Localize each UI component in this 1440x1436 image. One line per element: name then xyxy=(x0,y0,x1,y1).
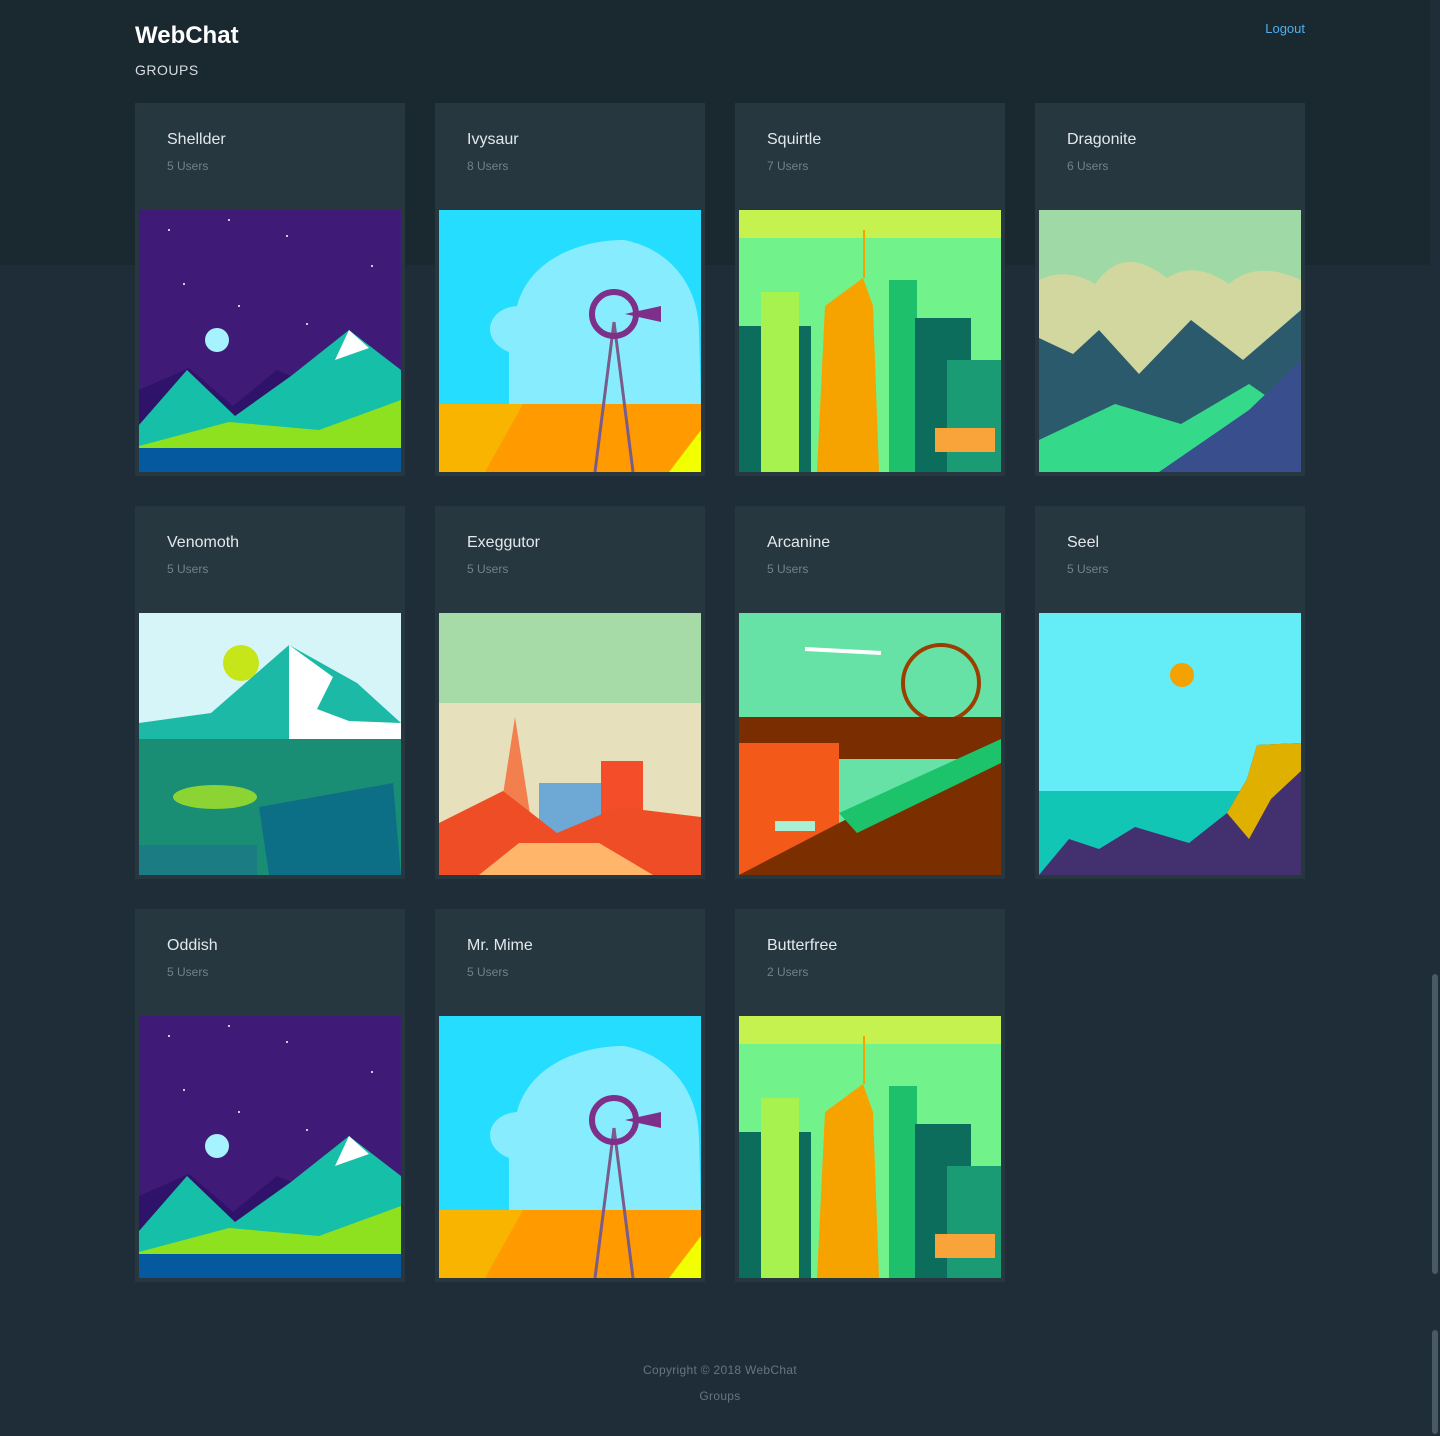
group-name: Mr. Mime xyxy=(467,937,533,954)
group-card[interactable]: Seel 5 Users xyxy=(1035,506,1305,879)
chicago-skyline-illustration xyxy=(739,210,1001,472)
group-name: Exeggutor xyxy=(467,534,540,551)
scrollbar-thumb[interactable] xyxy=(1432,974,1438,1274)
group-card[interactable]: Venomoth 5 Users xyxy=(135,506,405,879)
group-user-count: 7 Users xyxy=(767,159,809,173)
group-illustration xyxy=(1039,210,1301,472)
group-card[interactable]: Arcanine 5 Users xyxy=(735,506,1005,879)
night-mountains-illustration xyxy=(139,210,401,472)
group-name: Dragonite xyxy=(1067,131,1137,148)
seattle-sun-illustration xyxy=(139,613,401,875)
group-user-count: 5 Users xyxy=(767,562,809,576)
footer-groups-link[interactable]: Groups xyxy=(0,1389,1440,1403)
group-name: Arcanine xyxy=(767,534,831,551)
group-illustration xyxy=(139,1016,401,1278)
night-mountains-illustration xyxy=(139,1016,401,1278)
group-user-count: 2 Users xyxy=(767,965,809,979)
group-card[interactable]: Butterfree 2 Users xyxy=(735,909,1005,1282)
group-user-count: 5 Users xyxy=(467,562,509,576)
group-illustration xyxy=(739,1016,1001,1278)
group-name: Venomoth xyxy=(167,534,240,551)
group-user-count: 8 Users xyxy=(467,159,509,173)
group-card[interactable]: Exeggutor 5 Users xyxy=(435,506,705,879)
group-card[interactable]: Squirtle 7 Users xyxy=(735,103,1005,476)
group-illustration xyxy=(739,210,1001,472)
mountain-valley-illustration xyxy=(1039,210,1301,472)
group-card[interactable]: Ivysaur 8 Users xyxy=(435,103,705,476)
group-illustration xyxy=(139,613,401,875)
group-name: Butterfree xyxy=(767,937,838,954)
london-eye-illustration xyxy=(739,613,1001,875)
group-user-count: 5 Users xyxy=(467,965,509,979)
scrollbar[interactable] xyxy=(1430,0,1440,1436)
group-name: Shellder xyxy=(167,131,226,148)
group-user-count: 5 Users xyxy=(167,562,209,576)
group-card[interactable]: Shellder 5 Users xyxy=(135,103,405,476)
group-user-count: 6 Users xyxy=(1067,159,1109,173)
group-card[interactable]: Oddish 5 Users xyxy=(135,909,405,1282)
group-name: Squirtle xyxy=(767,131,822,148)
groups-grid: Shellder 5 Users Ivysaur 8 Users Squirtl… xyxy=(135,103,1305,1283)
group-user-count: 5 Users xyxy=(167,159,209,173)
group-user-count: 5 Users xyxy=(167,965,209,979)
group-illustration xyxy=(1039,613,1301,875)
windmill-field-illustration xyxy=(439,210,701,472)
section-label: GROUPS xyxy=(135,62,199,78)
scrollbar-thumb-secondary[interactable] xyxy=(1432,1330,1438,1434)
group-name: Seel xyxy=(1067,534,1100,551)
san-francisco-illustration xyxy=(439,613,701,875)
windmill-field-illustration xyxy=(439,1016,701,1278)
group-name: Oddish xyxy=(167,937,218,954)
group-name: Ivysaur xyxy=(467,131,519,148)
chicago-skyline-illustration xyxy=(739,1016,1001,1278)
group-illustration xyxy=(739,613,1001,875)
group-card[interactable]: Mr. Mime 5 Users xyxy=(435,909,705,1282)
group-user-count: 5 Users xyxy=(1067,562,1109,576)
app-title: WebChat xyxy=(135,22,239,49)
group-illustration xyxy=(139,210,401,472)
group-illustration xyxy=(439,210,701,472)
logout-link[interactable]: Logout xyxy=(1264,21,1305,36)
sea-balloon-illustration xyxy=(1039,613,1301,875)
group-card[interactable]: Dragonite 6 Users xyxy=(1035,103,1305,476)
group-illustration xyxy=(439,1016,701,1278)
group-illustration xyxy=(439,613,701,875)
footer-copyright: Copyright © 2018 WebChat xyxy=(643,1363,797,1377)
